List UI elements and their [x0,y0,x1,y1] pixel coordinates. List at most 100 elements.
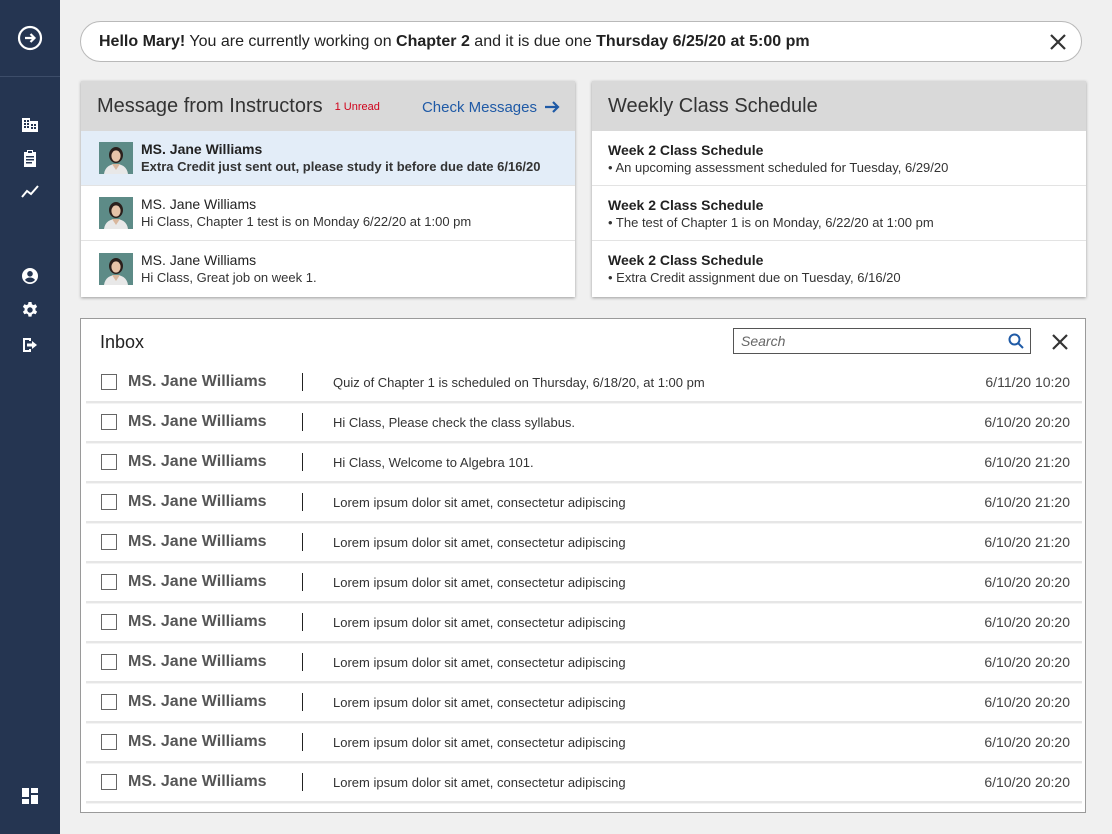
schedule-item-title: Week 2 Class Schedule [608,197,764,213]
greeting-hello: Hello Mary! [99,32,186,50]
message-body: Hi Class, Great job on week 1. [141,269,317,285]
inbox-row[interactable]: MS. Jane Williams Lorem ipsum dolor sit a… [86,763,1082,803]
schedule-list: Week 2 Class Schedule • An upcoming asses… [592,131,1086,296]
inbox-row-subject: Hi Class, Please check the class syllabu… [333,414,576,430]
message-item[interactable]: MS. Jane Williams Extra Credit just sent … [81,131,575,186]
inbox-row-subject: Lorem ipsum dolor sit amet, consectetur … [333,774,626,790]
inbox-row-checkbox[interactable] [101,534,117,550]
inbox-row[interactable]: MS. Jane Williams Lorem ipsum dolor sit a… [86,563,1082,603]
inbox-row-sender: MS. Jane Williams [128,453,267,470]
message-sender: MS. Jane Williams [141,251,257,268]
close-icon[interactable] [1050,332,1070,352]
inbox-list: MS. Jane Williams Quiz of Chapter 1 is sc… [86,363,1082,803]
inbox-row-date: 6/11/20 10:20 [985,374,1070,390]
inbox-row-divider [302,693,303,711]
search-icon[interactable] [1008,333,1024,349]
arrow-circle-right-icon[interactable] [17,25,43,51]
inbox-row-date: 6/10/20 21:20 [984,454,1070,470]
inbox-row-date: 6/10/20 20:20 [984,574,1070,590]
user-icon[interactable] [20,266,40,286]
inbox-row-subject: Lorem ipsum dolor sit amet, consectetur … [333,694,626,710]
inbox-row-subject: Hi Class, Welcome to Algebra 101. [333,454,534,470]
inbox-row[interactable]: MS. Jane Williams Hi Class, Welcome to Al… [86,443,1082,483]
inbox-row-sender: MS. Jane Williams [128,493,267,510]
inbox-row[interactable]: MS. Jane Williams Lorem ipsum dolor sit a… [86,483,1082,523]
inbox-row[interactable]: MS. Jane Williams Lorem ipsum dolor sit a… [86,723,1082,763]
greeting-banner: Hello Mary! You are currently working on… [80,21,1082,62]
greeting-text: Hello Mary! You are currently working on… [99,33,810,51]
inbox-row[interactable]: MS. Jane Williams Lorem ipsum dolor sit a… [86,603,1082,643]
message-body: Extra Credit just sent out, please study… [141,159,541,174]
current-chapter: Chapter 2 [396,32,470,50]
schedule-item[interactable]: Week 2 Class Schedule • An upcoming asses… [592,131,1086,186]
inbox-row-divider [302,573,303,591]
due-date: Thursday 6/25/20 at 5:00 pm [596,32,810,50]
gear-icon[interactable] [20,300,40,320]
inbox-row[interactable]: MS. Jane Williams Quiz of Chapter 1 is sc… [86,363,1082,403]
inbox-row-checkbox[interactable] [101,414,117,430]
inbox-row-subject: Lorem ipsum dolor sit amet, consectetur … [333,494,626,510]
sidebar-header [0,0,60,77]
inbox-row-date: 6/10/20 21:20 [984,534,1070,550]
close-icon[interactable] [1047,31,1069,53]
inbox-row[interactable]: MS. Jane Williams Lorem ipsum dolor sit a… [86,523,1082,563]
inbox-row-sender: MS. Jane Williams [128,413,267,430]
message-item[interactable]: MS. Jane Williams Hi Class, Chapter 1 tes… [81,186,575,241]
inbox-row-date: 6/10/20 20:20 [984,694,1070,710]
inbox-row-checkbox[interactable] [101,374,117,390]
inbox-row-divider [302,493,303,511]
message-body: Hi Class, Chapter 1 test is on Monday 6/… [141,214,472,229]
schedule-item[interactable]: Week 2 Class Schedule • The test of Chapt… [592,186,1086,241]
inbox-row-date: 6/10/20 20:20 [984,734,1070,750]
inbox-row-checkbox[interactable] [101,774,117,790]
schedule-item-title: Week 2 Class Schedule [608,252,764,268]
inbox-row-subject: Lorem ipsum dolor sit amet, consectetur … [333,614,626,630]
inbox-row-divider [302,733,303,751]
inbox-row-divider [302,413,303,431]
check-messages-link[interactable]: Check Messages [422,98,561,116]
schedule-item-detail: • An upcoming assessment scheduled for T… [608,160,949,175]
inbox-row[interactable]: MS. Jane Williams Hi Class, Please check … [86,403,1082,443]
inbox-row-checkbox[interactable] [101,574,117,590]
inbox-row-checkbox[interactable] [101,654,117,670]
avatar [99,197,133,229]
greeting-text-part1: You are currently working on [185,32,397,50]
message-text: MS. Jane Williams Extra Credit just sent … [141,141,541,175]
inbox-row-divider [302,653,303,671]
schedule-item[interactable]: Week 2 Class Schedule • Extra Credit assi… [592,241,1086,296]
inbox-row-checkbox[interactable] [101,454,117,470]
logout-icon[interactable] [20,335,40,355]
inbox-row-sender: MS. Jane Williams [128,733,267,750]
sidebar [0,0,60,834]
inbox-row-date: 6/10/20 20:20 [984,414,1070,430]
message-item[interactable]: MS. Jane Williams Hi Class, Great job on … [81,241,575,296]
inbox-row-checkbox[interactable] [101,694,117,710]
inbox-row-divider [302,533,303,551]
dashboard-icon[interactable] [20,786,40,806]
weekly-schedule-title: Weekly Class Schedule [608,94,818,117]
inbox-row[interactable]: MS. Jane Williams Lorem ipsum dolor sit a… [86,643,1082,683]
inbox-row-subject: Lorem ipsum dolor sit amet, consectetur … [333,734,626,750]
inbox-row-checkbox[interactable] [101,734,117,750]
inbox-row-subject: Lorem ipsum dolor sit amet, consectetur … [333,534,626,550]
schedule-item-title: Week 2 Class Schedule [608,142,764,158]
inbox-panel: Inbox MS. Jane Williams Quiz of Chapter 1… [80,318,1086,813]
inbox-row[interactable]: MS. Jane Williams Lorem ipsum dolor sit a… [86,683,1082,723]
avatar [99,142,133,174]
inbox-row-sender: MS. Jane Williams [128,653,267,670]
instructor-message-list: MS. Jane Williams Extra Credit just sent … [81,131,575,296]
inbox-row-checkbox[interactable] [101,494,117,510]
clipboard-icon[interactable] [20,148,40,168]
inbox-row-checkbox[interactable] [101,614,117,630]
inbox-row-sender: MS. Jane Williams [128,773,267,790]
search-input[interactable] [734,333,994,349]
inbox-row-subject: Quiz of Chapter 1 is scheduled on Thursd… [333,374,705,390]
inbox-row-divider [302,773,303,791]
inbox-row-sender: MS. Jane Williams [128,693,267,710]
inbox-row-date: 6/10/20 20:20 [984,654,1070,670]
trend-chart-icon[interactable] [20,181,40,201]
building-icon[interactable] [20,114,40,134]
inbox-row-sender: MS. Jane Williams [128,573,267,590]
inbox-row-subject: Lorem ipsum dolor sit amet, consectetur … [333,654,626,670]
inbox-row-sender: MS. Jane Williams [128,373,267,390]
